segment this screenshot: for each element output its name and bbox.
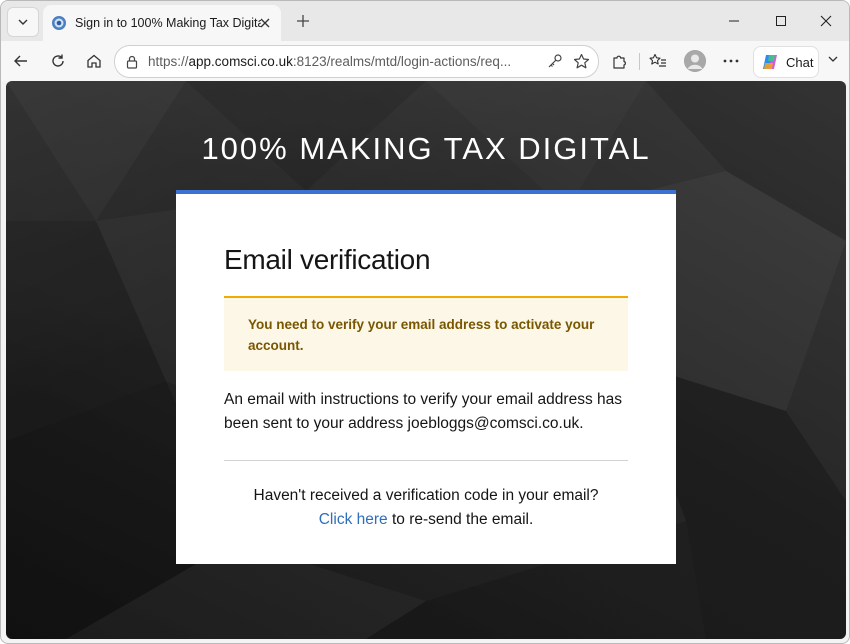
tab-title: Sign in to 100% Making Tax Digital [75, 16, 261, 30]
key-icon[interactable] [546, 52, 564, 70]
copilot-icon [763, 55, 777, 69]
url-rest: :8123/realms/mtd/login-actions/req... [292, 54, 512, 69]
close-icon[interactable] [257, 15, 273, 31]
tab-list-button[interactable] [7, 7, 39, 37]
chevron-down-icon[interactable] [827, 53, 839, 65]
resend-info: Haven't received a verification code in … [224, 484, 628, 532]
back-icon[interactable] [7, 47, 35, 75]
instructions-text: An email with instructions to verify you… [224, 391, 622, 432]
url-host: app.comsci.co.uk [188, 54, 293, 69]
toolbar-separator [639, 53, 640, 70]
favorites-icon[interactable] [644, 47, 672, 75]
page-viewport: 100% MAKING TAX DIGITAL Email verificati… [6, 81, 846, 639]
warning-alert: You need to verify your email address to… [224, 296, 628, 371]
url-text[interactable]: https://app.comsci.co.uk:8123/realms/mtd… [148, 54, 534, 69]
browser-tab[interactable]: Sign in to 100% Making Tax Digital [43, 5, 281, 41]
resend-question: Haven't received a verification code in … [253, 487, 599, 504]
resend-suffix: to re-send the email. [387, 511, 534, 528]
minimize-icon[interactable] [711, 7, 757, 35]
chat-label: Chat [786, 54, 814, 70]
browser-toolbar: https://app.comsci.co.uk:8123/realms/mtd… [1, 41, 849, 81]
resend-link[interactable]: Click here [319, 511, 388, 528]
login-card: Email verification You need to verify yo… [176, 190, 676, 564]
divider [224, 460, 628, 461]
resend-line: Click here to re-send the email. [224, 508, 628, 532]
new-tab-icon[interactable] [291, 9, 315, 33]
address-bar[interactable]: https://app.comsci.co.uk:8123/realms/mtd… [114, 45, 599, 78]
home-icon[interactable] [80, 47, 108, 75]
tab-strip: Sign in to 100% Making Tax Digital [1, 1, 849, 41]
reload-icon[interactable] [44, 47, 72, 75]
chat-button[interactable]: Chat [753, 46, 819, 78]
more-icon[interactable] [717, 47, 745, 75]
alert-message: You need to verify your email address to… [248, 317, 595, 353]
window-close-icon[interactable] [803, 7, 849, 35]
brand-title: 100% MAKING TAX DIGITAL [201, 131, 651, 166]
browser-window: Sign in to 100% Making Tax Digital https… [0, 0, 850, 644]
maximize-icon[interactable] [758, 7, 804, 35]
tab-list-icon [18, 19, 28, 25]
page-title: Email verification [224, 244, 431, 275]
url-prefix: https:// [148, 54, 189, 69]
app-favicon-icon [51, 15, 67, 31]
profile-avatar[interactable] [684, 50, 706, 72]
favorite-star-icon[interactable] [572, 52, 590, 70]
extensions-icon[interactable] [605, 47, 633, 75]
lock-icon[interactable] [125, 55, 139, 69]
